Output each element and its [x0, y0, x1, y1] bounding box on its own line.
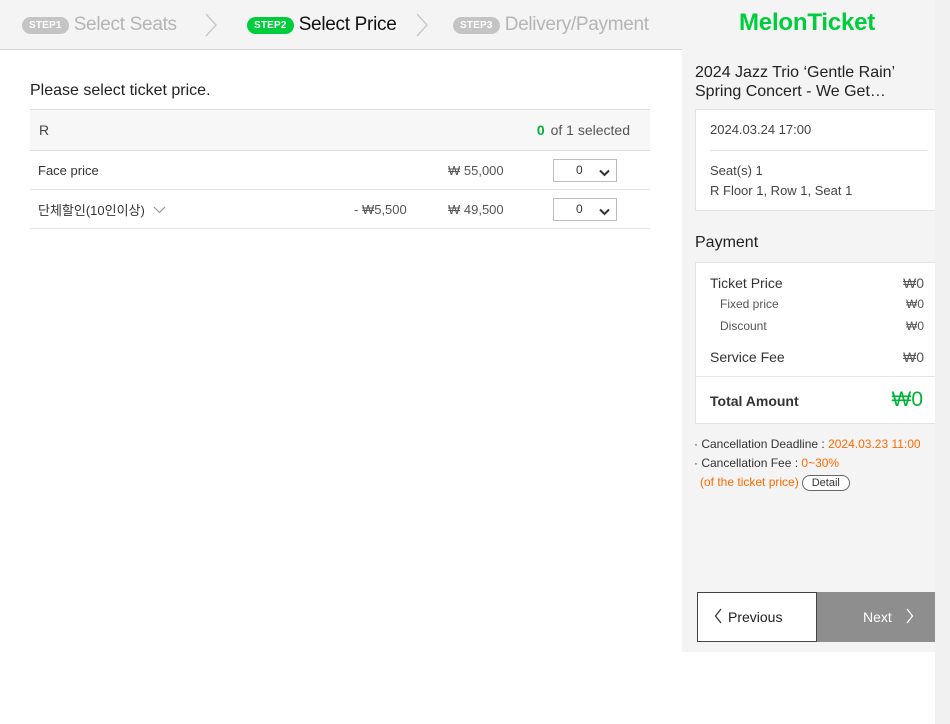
price-amount: ₩ 55,000: [448, 162, 504, 178]
fixed-price-value: ₩0: [906, 297, 924, 311]
chevron-right-icon: [906, 608, 914, 627]
instruction-text: Please select ticket price.: [30, 82, 211, 99]
show-datetime: 2024.03.24 17:00: [710, 122, 812, 137]
selected-count: 0: [536, 122, 545, 138]
deadline-value: 2024.03.23 11:00: [828, 437, 921, 451]
chevron-right-icon: [204, 12, 218, 38]
service-fee-value: ₩0: [903, 349, 924, 365]
fixed-price-line: Fixed price ₩0: [710, 297, 924, 311]
melon-ticket-logo: MelonTicket: [739, 9, 876, 36]
discount-label: Discount: [720, 319, 767, 333]
booking-info-box: 2024.03.24 17:00 Seat(s) 1 R Floor 1, Ro…: [695, 109, 935, 211]
fee-label: · Cancellation Fee :: [694, 456, 802, 470]
price-name: 단체할인(10인이상): [38, 202, 145, 218]
total-amount-label: Total Amount: [710, 393, 799, 409]
price-row-face: Face price ₩ 55,000 0: [30, 151, 650, 190]
chevron-left-icon: [714, 608, 722, 627]
service-fee-label: Service Fee: [710, 349, 785, 365]
chevron-down-icon[interactable]: [153, 202, 166, 217]
price-selection-panel: Please select ticket price. R 0 of 1 sele…: [30, 50, 650, 229]
quantity-select[interactable]: 0: [553, 197, 617, 221]
service-fee-line: Service Fee ₩0: [710, 349, 924, 365]
chevron-down-icon: [599, 205, 610, 219]
step-select-price: STEP2 Select Price: [247, 0, 397, 50]
price-discount: - ₩5,500: [354, 201, 407, 217]
previous-button[interactable]: Previous: [697, 592, 817, 642]
seat-detail: R Floor 1, Row 1, Seat 1: [710, 183, 853, 198]
price-name: Face price: [38, 162, 99, 178]
booking-summary-panel: MelonTicket 2024 Jazz Trio ‘Gentle Rain’…: [682, 0, 936, 652]
quantity-select[interactable]: 0: [553, 158, 617, 182]
divider: [696, 376, 936, 377]
quantity-value: 0: [576, 163, 583, 177]
grade-header-row: R 0 of 1 selected: [30, 109, 650, 151]
vertical-scrollbar[interactable]: [935, 0, 950, 724]
cancellation-fee: · Cancellation Fee : 0~30%: [694, 454, 921, 473]
discount-value: ₩0: [906, 319, 924, 333]
cancellation-deadline: · Cancellation Deadline : 2024.03.23 11:…: [694, 435, 921, 454]
step-select-seats: STEP1 Select Seats: [22, 0, 177, 50]
fee-note-line: (of the ticket price) Detail: [694, 473, 921, 492]
show-title: 2024 Jazz Trio ‘Gentle Rain’ Spring Conc…: [695, 64, 895, 100]
selected-suffix: of 1 selected: [550, 122, 630, 138]
cancellation-notes: · Cancellation Deadline : 2024.03.23 11:…: [694, 435, 921, 492]
grade-selected-count: 0 of 1 selected: [537, 122, 630, 138]
next-label: Next: [863, 609, 892, 625]
discount-line: Discount ₩0: [710, 319, 924, 333]
previous-label: Previous: [728, 609, 783, 625]
total-amount-value: ₩0: [891, 388, 924, 411]
step-delivery-payment: STEP3 Delivery/Payment: [453, 0, 649, 50]
price-name-with-toggle[interactable]: 단체할인(10인이상): [38, 200, 166, 219]
fee-note: (of the ticket price): [700, 475, 799, 489]
detail-button[interactable]: Detail: [801, 474, 850, 491]
payment-heading: Payment: [695, 234, 759, 251]
step-navigation: STEP1 Select Seats STEP2 Select Price ST…: [0, 0, 682, 50]
step2-label: Select Price: [298, 14, 397, 35]
price-row-group-discount: 단체할인(10인이상) - ₩5,500 ₩ 49,500 0: [30, 190, 650, 229]
grade-name: R: [39, 122, 50, 138]
step1-badge: STEP1: [22, 16, 69, 34]
fixed-price-label: Fixed price: [720, 297, 779, 311]
fee-value: 0~30%: [801, 456, 840, 470]
step2-badge: STEP2: [247, 16, 294, 34]
ticket-price-value: ₩0: [903, 275, 924, 291]
deadline-label: · Cancellation Deadline :: [694, 437, 829, 451]
payment-box: Ticket Price ₩0 Fixed price ₩0 Discount …: [695, 262, 936, 424]
price-amount: ₩ 49,500: [448, 201, 504, 217]
divider: [710, 150, 927, 151]
step3-label: Delivery/Payment: [504, 14, 649, 35]
chevron-right-icon: [415, 12, 429, 38]
step1-label: Select Seats: [73, 14, 177, 35]
ticket-price-label: Ticket Price: [710, 275, 783, 291]
next-button[interactable]: Next: [817, 592, 935, 642]
chevron-down-icon: [599, 166, 610, 180]
quantity-value: 0: [576, 202, 583, 216]
step3-badge: STEP3: [453, 16, 500, 34]
ticket-price-line: Ticket Price ₩0: [710, 275, 924, 291]
seat-count: Seat(s) 1: [710, 163, 763, 178]
